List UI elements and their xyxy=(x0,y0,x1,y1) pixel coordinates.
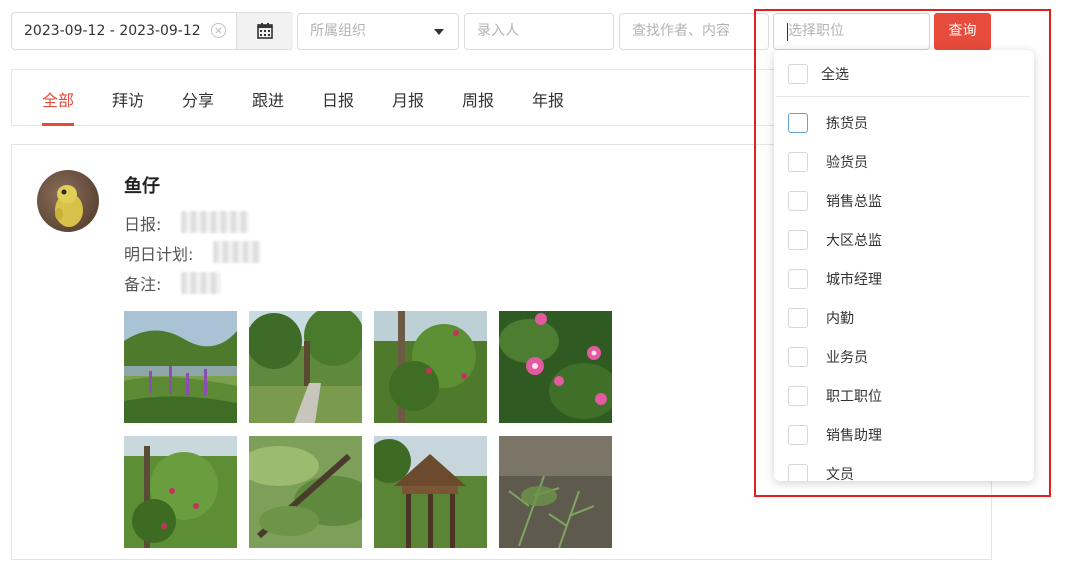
position-option[interactable]: 销售助理 xyxy=(788,424,882,446)
search-input-placeholder: 查找作者、内容 xyxy=(632,23,730,39)
checkbox[interactable] xyxy=(788,113,808,133)
divider xyxy=(776,96,1030,97)
position-option-label: 文员 xyxy=(826,467,854,481)
tab-visit[interactable]: 拜访 xyxy=(112,70,144,126)
position-option[interactable]: 验货员 xyxy=(788,151,868,173)
checkbox[interactable] xyxy=(788,191,808,211)
tab-monthly[interactable]: 月报 xyxy=(392,70,424,126)
position-option[interactable]: 销售总监 xyxy=(788,190,882,212)
photo-thumbnail[interactable] xyxy=(499,436,612,548)
author-input[interactable]: 录入人 xyxy=(464,13,614,50)
clear-date-icon[interactable]: × xyxy=(211,23,226,38)
photo-thumbnail[interactable] xyxy=(499,311,612,423)
note-label: 备注: xyxy=(124,275,162,294)
position-option-label: 拣货员 xyxy=(826,116,868,132)
daily-report-blurred-content xyxy=(181,211,249,233)
position-option[interactable]: 城市经理 xyxy=(788,268,882,290)
position-option[interactable]: 内勤 xyxy=(788,307,854,329)
checkbox[interactable] xyxy=(788,230,808,250)
tab-followup[interactable]: 跟进 xyxy=(252,70,284,126)
tab-share[interactable]: 分享 xyxy=(182,70,214,126)
select-all-label: 全选 xyxy=(821,67,849,83)
photo-thumbnail[interactable] xyxy=(124,436,237,548)
checkbox[interactable] xyxy=(788,425,808,445)
author-input-placeholder: 录入人 xyxy=(477,23,519,39)
position-select-placeholder: 选择职位 xyxy=(788,23,844,39)
caret-down-icon xyxy=(434,29,444,35)
checkbox[interactable] xyxy=(788,269,808,289)
photo-thumbnail[interactable] xyxy=(249,311,362,423)
tomorrow-plan-label: 明日计划: xyxy=(124,245,194,264)
note-blurred-content xyxy=(181,272,221,294)
daily-report-label: 日报: xyxy=(124,215,162,234)
select-all-option[interactable]: 全选 xyxy=(788,63,849,85)
tab-yearly[interactable]: 年报 xyxy=(532,70,564,126)
checkbox[interactable] xyxy=(788,308,808,328)
tab-daily[interactable]: 日报 xyxy=(322,70,354,126)
position-dropdown: 全选 拣货员 验货员 销售总监 大区总监 城市经理 内勤 业务员 职工职位 销售… xyxy=(774,50,1034,481)
position-option-label: 业务员 xyxy=(826,350,868,366)
checkbox[interactable] xyxy=(788,386,808,406)
position-option[interactable]: 职工职位 xyxy=(788,385,882,407)
tab-all[interactable]: 全部 xyxy=(42,70,75,126)
photo-thumbnail[interactable] xyxy=(374,311,487,423)
checkbox[interactable] xyxy=(788,347,808,367)
tab-weekly[interactable]: 周报 xyxy=(462,70,494,126)
checkbox[interactable] xyxy=(788,152,808,172)
position-option-label: 销售助理 xyxy=(826,428,882,444)
avatar-figure-icon xyxy=(55,185,83,227)
position-option[interactable]: 大区总监 xyxy=(788,229,882,251)
calendar-icon xyxy=(257,23,273,39)
search-input[interactable]: 查找作者、内容 xyxy=(619,13,769,50)
position-select-input[interactable]: 选择职位 xyxy=(773,13,930,50)
photo-thumbnail[interactable] xyxy=(249,436,362,548)
date-range-picker[interactable]: 2023-09-12 - 2023-09-12 × xyxy=(11,12,293,50)
position-option-label: 销售总监 xyxy=(826,194,882,210)
author-name[interactable]: 鱼仔 xyxy=(124,172,160,198)
org-select[interactable]: 所属组织 xyxy=(297,13,459,50)
position-option-label: 大区总监 xyxy=(826,233,882,249)
org-select-placeholder: 所属组织 xyxy=(310,23,366,39)
checkbox[interactable] xyxy=(788,464,808,481)
photo-thumbnail[interactable] xyxy=(124,311,237,423)
position-option-label: 验货员 xyxy=(826,155,868,171)
tomorrow-plan-blurred-content xyxy=(213,241,261,263)
position-option[interactable]: 拣货员 xyxy=(788,112,868,134)
checkbox[interactable] xyxy=(788,64,808,84)
avatar[interactable] xyxy=(37,170,99,232)
position-option-label: 内勤 xyxy=(826,311,854,327)
position-option[interactable]: 业务员 xyxy=(788,346,868,368)
photo-thumbnail[interactable] xyxy=(374,436,487,548)
position-option-label: 职工职位 xyxy=(826,389,882,405)
query-button[interactable]: 查询 xyxy=(934,13,991,50)
position-option[interactable]: 文员 xyxy=(788,463,854,481)
position-option-label: 城市经理 xyxy=(826,272,882,288)
date-range-value[interactable]: 2023-09-12 - 2023-09-12 xyxy=(24,13,201,49)
calendar-button[interactable] xyxy=(236,13,293,49)
